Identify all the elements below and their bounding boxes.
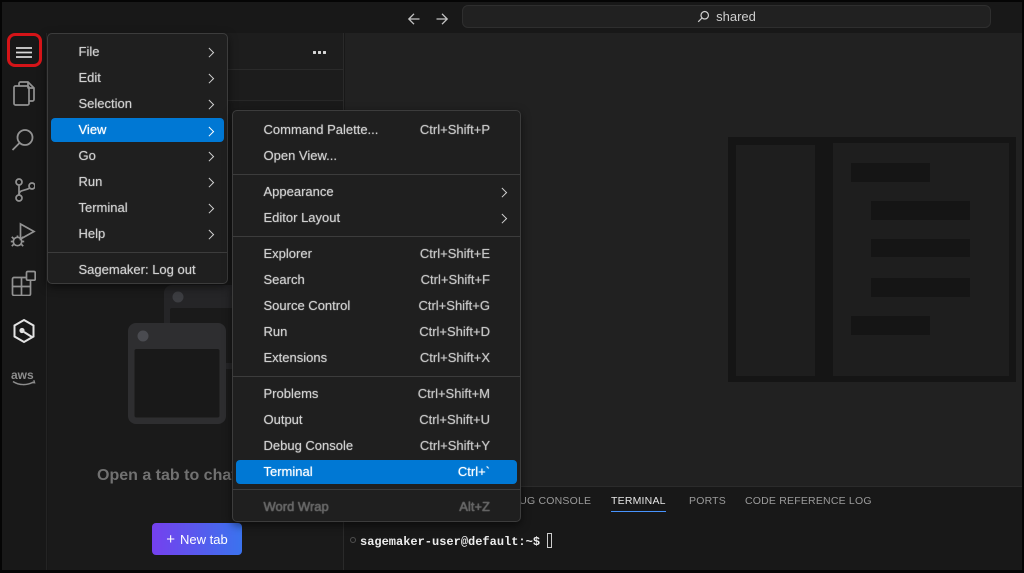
svg-text:aws: aws — [11, 368, 34, 382]
